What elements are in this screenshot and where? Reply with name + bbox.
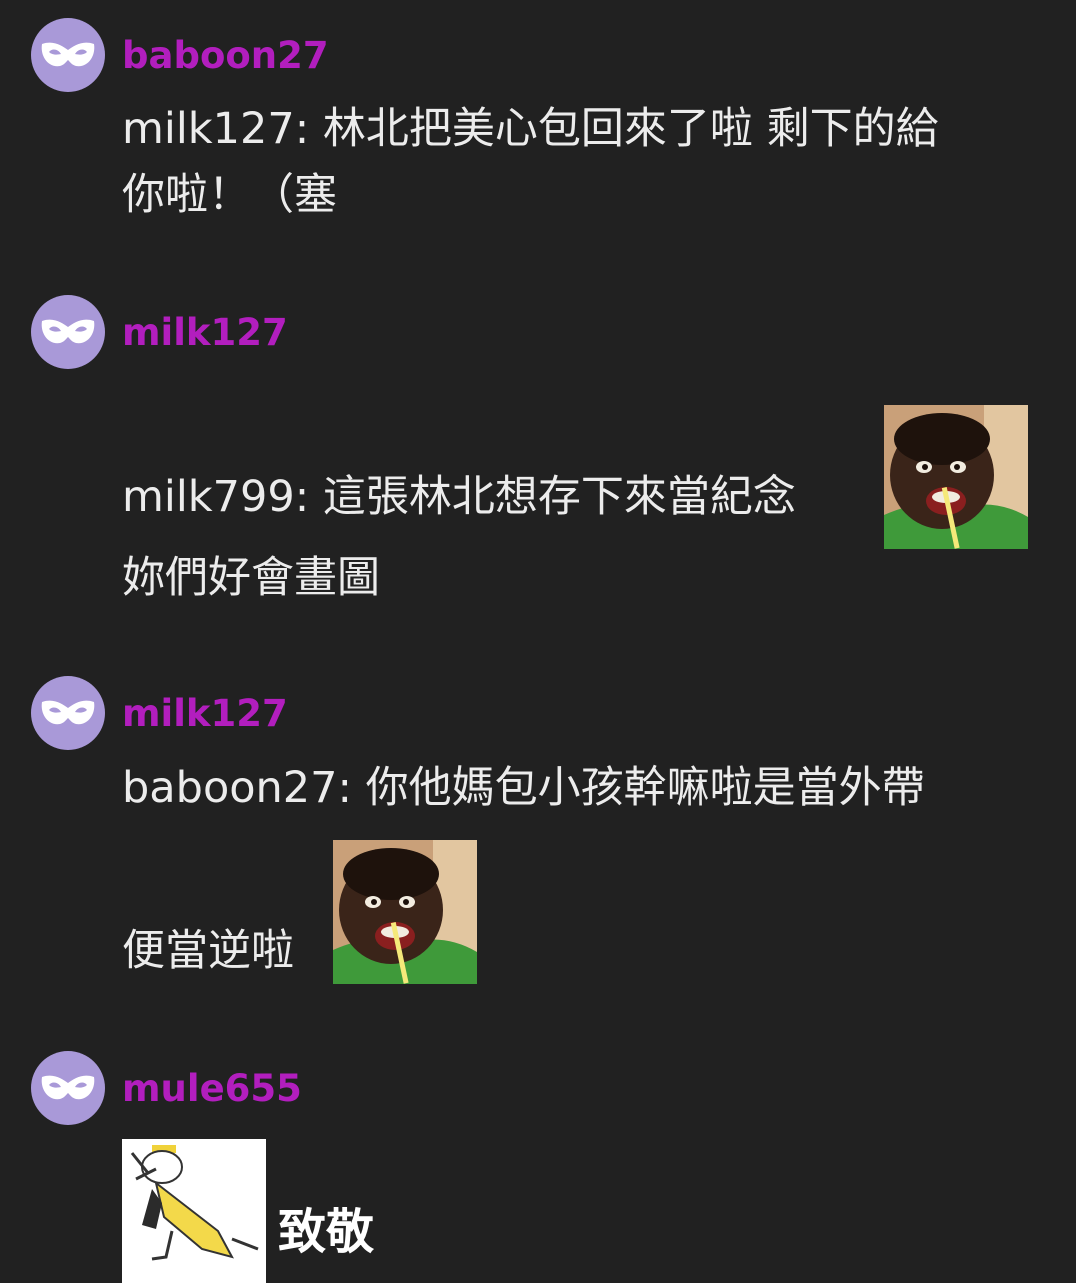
username[interactable]: mule655 (122, 1067, 302, 1111)
screaming-kid-sticker (884, 405, 1028, 549)
avatar[interactable] (31, 295, 105, 369)
mask-icon (41, 319, 95, 344)
username[interactable]: baboon27 (122, 34, 329, 78)
username[interactable]: milk127 (122, 311, 288, 355)
avatar[interactable] (31, 676, 105, 750)
mask-icon (41, 700, 95, 725)
comment-text-line: milk799: 這張林北想存下來當紀念 (122, 472, 796, 522)
comment-text-line: 便當逆啦 (122, 926, 294, 976)
comment-text-line: baboon27: 你他媽包小孩幹嘛啦是當外帶 (122, 763, 925, 813)
comment-text: 致敬 (278, 1204, 375, 1260)
avatar[interactable] (31, 18, 105, 92)
mask-icon (41, 1075, 95, 1100)
saluting-character-sticker (122, 1139, 266, 1283)
avatar[interactable] (31, 1051, 105, 1125)
comment-text-line: 你啦！（塞 (122, 170, 337, 220)
comment-text-line: 妳們好會畫圖 (122, 553, 380, 603)
username[interactable]: milk127 (122, 692, 288, 736)
mask-icon (41, 42, 95, 67)
comment-text-line: milk127: 林北把美心包回來了啦 剩下的給 (122, 104, 939, 154)
screaming-kid-sticker (333, 840, 477, 984)
